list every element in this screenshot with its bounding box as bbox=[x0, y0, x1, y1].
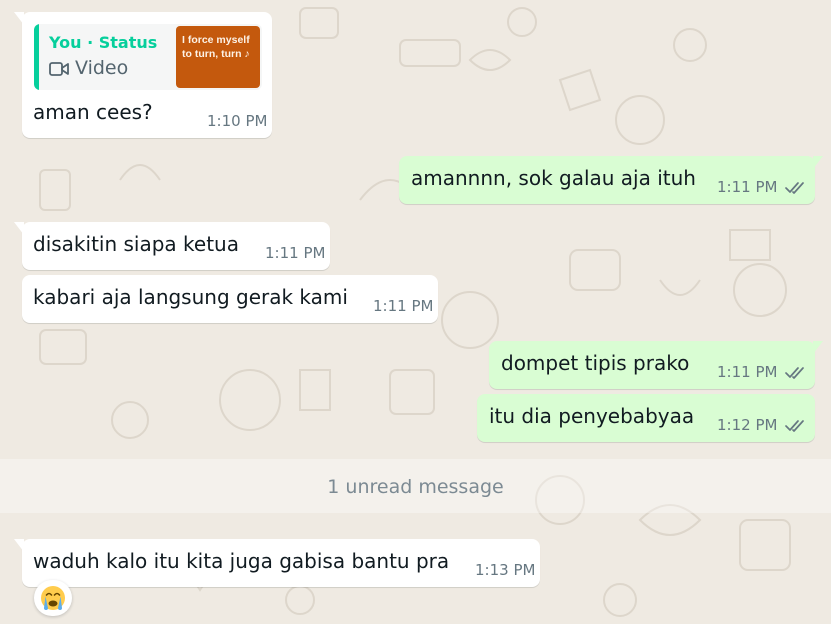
quoted-status-reply[interactable]: You · Status Video I force myself to tur… bbox=[34, 24, 262, 90]
message-text: disakitin siapa ketua bbox=[33, 232, 239, 256]
read-receipt-icon bbox=[785, 182, 804, 194]
read-receipt-icon bbox=[785, 367, 804, 379]
bubble-tail bbox=[14, 222, 24, 235]
message-time: 1:10 PM bbox=[207, 112, 268, 130]
quote-media-type-label: Video bbox=[75, 57, 129, 79]
read-receipt-icon bbox=[785, 420, 804, 432]
message-text: waduh kalo itu kita juga gabisa bantu pr… bbox=[33, 549, 450, 573]
message-time: 1:11 PM bbox=[265, 244, 326, 262]
message-bubble-incoming[interactable]: You · Status Video I force myself to tur… bbox=[14, 12, 272, 138]
message-text: itu dia penyebabyaa bbox=[489, 404, 695, 428]
message-text: kabari aja langsung gerak kami bbox=[33, 285, 348, 309]
quote-author: You · Status bbox=[49, 33, 158, 52]
message-bubble-outgoing[interactable]: itu dia penyebabyaa 1:12 PM bbox=[477, 394, 815, 442]
message-text: dompet tipis prako bbox=[501, 351, 690, 375]
bubble-tail bbox=[14, 12, 24, 25]
message-bubble-outgoing[interactable]: dompet tipis prako 1:11 PM bbox=[489, 341, 823, 389]
message-time: 1:11 PM bbox=[717, 363, 778, 381]
unread-messages-divider: 1 unread message bbox=[0, 459, 831, 513]
status-thumbnail: I force myself to turn, turn ♪ bbox=[176, 26, 260, 88]
message-bubble-incoming[interactable]: kabari aja langsung gerak kami 1:11 PM bbox=[22, 275, 438, 323]
message-bubble-incoming[interactable]: disakitin siapa ketua 1:11 PM bbox=[14, 222, 330, 270]
message-time: 1:11 PM bbox=[717, 178, 778, 196]
quote-accent-bar bbox=[34, 24, 39, 90]
message-bubble-outgoing[interactable]: amannnn, sok galau aja ituh 1:11 PM bbox=[399, 156, 823, 204]
message-text: amannnn, sok galau aja ituh bbox=[411, 166, 696, 190]
bubble-tail bbox=[813, 156, 823, 169]
unread-count-label: 1 unread message bbox=[327, 476, 504, 498]
loudly-crying-face-emoji-icon bbox=[41, 586, 65, 610]
quote-media-type: Video bbox=[49, 57, 128, 79]
bubble-tail bbox=[14, 539, 24, 552]
message-time: 1:11 PM bbox=[373, 297, 434, 315]
bubble-tail bbox=[813, 341, 823, 354]
message-time: 1:12 PM bbox=[717, 416, 778, 434]
message-text: aman cees? bbox=[33, 100, 153, 124]
message-reaction[interactable] bbox=[34, 580, 72, 616]
message-bubble-incoming[interactable]: waduh kalo itu kita juga gabisa bantu pr… bbox=[14, 539, 540, 587]
message-time: 1:13 PM bbox=[475, 561, 536, 579]
video-camera-icon bbox=[49, 62, 69, 76]
